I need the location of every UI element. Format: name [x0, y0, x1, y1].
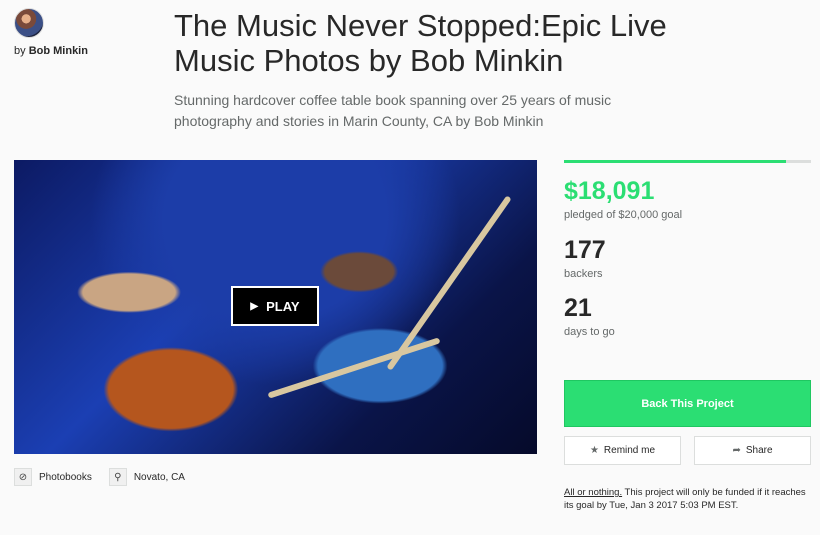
project-title: The Music Never Stopped:Epic Live Music … — [174, 8, 667, 78]
remind-me-button[interactable]: ★ Remind me — [564, 436, 681, 465]
guitar-neck-left — [267, 337, 441, 399]
days-count: 21 — [564, 294, 592, 322]
pledged-amount: $18,091 — [564, 177, 655, 205]
funding-progress-fill — [564, 160, 787, 163]
days-label: days to go — [564, 326, 615, 338]
share-button[interactable]: ➦ Share — [694, 436, 811, 465]
creator-block[interactable] — [14, 8, 44, 38]
guitar-neck-right — [386, 195, 512, 371]
play-label: PLAY — [266, 298, 300, 314]
all-or-nothing-link[interactable]: All or nothing. — [564, 487, 622, 498]
share-arrow-icon: ➦ — [732, 445, 741, 456]
funding-note: All or nothing. This project will only b… — [564, 486, 814, 512]
backers-count: 177 — [564, 236, 606, 264]
backers-label: backers — [564, 268, 603, 280]
play-triangle-icon: ▶ — [250, 300, 259, 312]
location-link[interactable]: Novato, CA — [134, 472, 185, 483]
avatar[interactable] — [14, 8, 44, 38]
compass-icon: ⊘ — [14, 468, 32, 486]
creator-name[interactable]: Bob Minkin — [29, 45, 88, 57]
remind-label: Remind me — [603, 445, 656, 456]
byline-prefix: by — [14, 45, 26, 57]
map-pin-icon: ⚲ — [108, 468, 127, 486]
byline: by Bob Minkin — [14, 45, 88, 57]
pledged-label: pledged of $20,000 goal — [564, 209, 683, 221]
category-link[interactable]: Photobooks — [39, 472, 92, 483]
project-meta: ⊘ Photobooks ⚲ Novato, CA — [14, 468, 202, 486]
back-project-button[interactable]: Back This Project — [564, 380, 811, 427]
play-button[interactable]: ▶ PLAY — [231, 286, 319, 326]
funding-progress-bar — [564, 160, 811, 163]
project-video[interactable]: ▶ PLAY — [14, 160, 537, 454]
star-icon: ★ — [589, 445, 599, 456]
project-blurb: Stunning hardcover coffee table book spa… — [174, 92, 612, 129]
share-label: Share — [745, 445, 773, 456]
